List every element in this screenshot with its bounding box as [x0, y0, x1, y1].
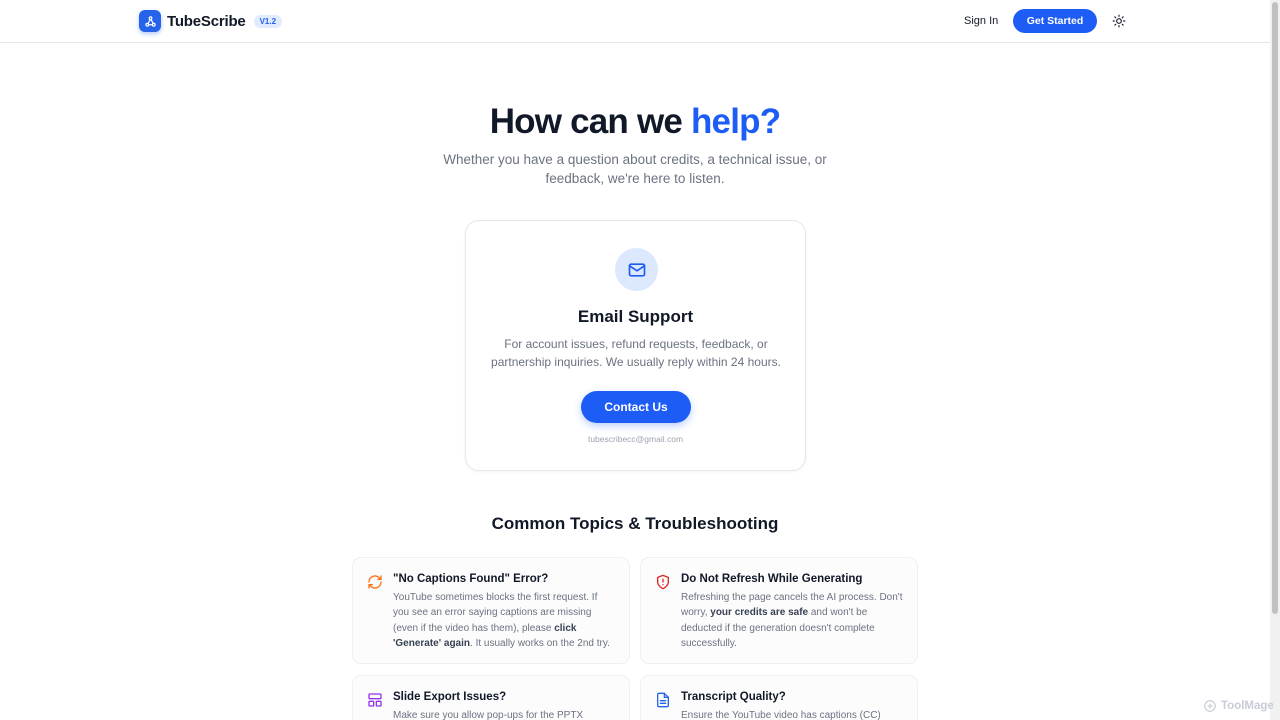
refresh-icon: [367, 574, 383, 590]
brand[interactable]: TubeScribe V1.2: [139, 10, 283, 32]
topic-body: YouTube sometimes blocks the first reque…: [393, 590, 615, 651]
watermark-logo-icon: [1204, 700, 1216, 712]
support-email[interactable]: tubescribecc@gmail.com: [466, 434, 805, 444]
topic-title: "No Captions Found" Error?: [393, 573, 549, 585]
mail-icon: [615, 248, 658, 291]
shield-alert-icon: [655, 574, 671, 590]
support-title: Email Support: [577, 307, 694, 326]
title-main: How can we: [489, 102, 691, 141]
logo-text: TubeScribe: [167, 12, 246, 30]
support-description: For account issues, refund requests, fee…: [491, 337, 781, 369]
topic-body: Ensure the YouTube video has captions (C…: [681, 708, 903, 720]
topic-body-text: Ensure the YouTube video has captions (C…: [681, 710, 881, 720]
title-accent: help?: [690, 102, 781, 141]
email-support-card: Email Support For account issues, refund…: [465, 220, 806, 471]
topic-card-do-not-refresh: Do Not Refresh While Generating Refreshi…: [640, 557, 918, 664]
topic-body: Make sure you allow pop-ups for the PPTX: [393, 708, 615, 720]
top-nav: TubeScribe V1.2 Sign In Get Started: [0, 0, 1270, 43]
page-title: How can we help?: [0, 102, 1270, 142]
get-started-button[interactable]: Get Started: [1013, 9, 1097, 33]
topic-body-text: . It usually works on the 2nd try.: [470, 637, 610, 649]
page-subtitle: Whether you have a question about credit…: [443, 152, 827, 186]
layout-icon: [367, 692, 383, 708]
watermark: ToolMage: [1203, 699, 1274, 713]
topic-card-slide-export: Slide Export Issues? Make sure you allow…: [352, 675, 630, 720]
topic-body-emphasis: your credits are safe: [710, 607, 809, 619]
topic-card-no-captions: "No Captions Found" Error? YouTube somet…: [352, 557, 630, 664]
page-scrollbar[interactable]: [1270, 0, 1280, 720]
topic-title: Slide Export Issues?: [393, 691, 507, 703]
topic-title: Do Not Refresh While Generating: [681, 573, 863, 585]
scrollbar-thumb[interactable]: [1272, 2, 1278, 614]
sign-in-link[interactable]: Sign In: [964, 15, 998, 27]
topic-title: Transcript Quality?: [681, 691, 786, 703]
topic-body-text: Make sure you allow pop-ups for the PPTX: [393, 710, 584, 720]
topic-card-transcript-quality: Transcript Quality? Ensure the YouTube v…: [640, 675, 918, 720]
watermark-text: ToolMage: [1221, 700, 1274, 712]
topic-body: Refreshing the page cancels the AI proce…: [681, 590, 903, 651]
theme-toggle-sun-icon[interactable]: [1112, 14, 1126, 28]
logo-icon: [139, 10, 161, 32]
document-icon: [655, 692, 671, 708]
topics-heading: Common Topics & Troubleshooting: [491, 514, 779, 533]
version-badge: V1.2: [253, 14, 283, 28]
contact-us-button[interactable]: Contact Us: [581, 391, 691, 423]
